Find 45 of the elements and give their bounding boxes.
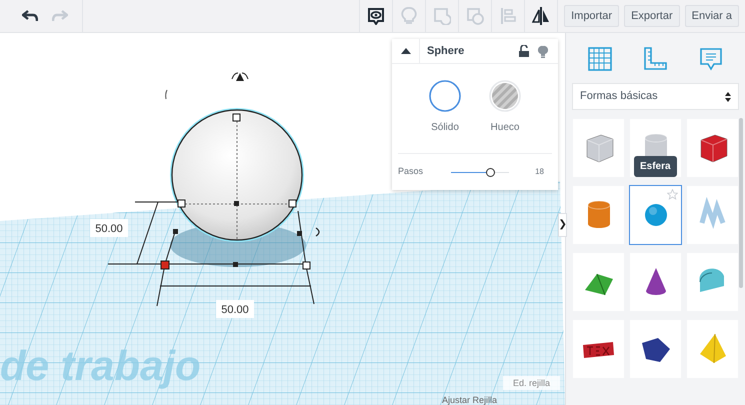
steps-label: Pasos [398,165,424,178]
ruler-icon[interactable] [642,46,668,72]
notes-icon[interactable] [367,7,386,25]
lift-cone-icon[interactable] [232,72,248,81]
shape-tile[interactable] [629,319,682,379]
star-icon[interactable] [667,189,678,200]
mode-label: Sólido [431,121,459,135]
toolbar-button[interactable]: Importar [564,5,620,27]
dimension-value[interactable]: 50.00 [90,219,128,237]
shape-tile[interactable] [686,118,739,178]
shape-tile[interactable] [572,185,625,245]
edit-grid-button[interactable]: Ed. rejilla [502,376,560,390]
scrollbar-thumb[interactable] [739,118,743,288]
triangle-icon [400,48,410,54]
undo-icon[interactable] [22,10,38,22]
shape-tile[interactable] [572,118,625,178]
shape-title: Sphere [427,44,466,59]
rotate-handle-icon[interactable] [316,228,320,236]
snap-grid-label: Ajustar Rejilla [442,396,497,405]
rotate-handle-icon[interactable] [165,90,168,100]
dimension-value[interactable]: 50.00 [216,300,254,318]
tooltip: Esfera [634,156,677,177]
steps-value: 18 [535,166,544,178]
hole-mode-button[interactable] [489,80,521,112]
mode-label: Hueco [490,121,520,135]
mirror-icon[interactable] [532,7,550,25]
toolbar-button[interactable]: Exportar [624,5,680,27]
shape-tile[interactable] [572,319,625,379]
unlocked-padlock-icon[interactable] [519,45,529,57]
solid-mode-button[interactable] [429,80,461,112]
shape-tile[interactable] [629,252,682,312]
shape-tile[interactable] [572,252,625,312]
lightbulb-icon[interactable] [538,44,548,58]
sort-arrows-icon [725,92,731,102]
category-dropdown[interactable]: Formas básicas [572,83,739,110]
shape-tile[interactable] [686,252,739,312]
steps-slider[interactable] [451,167,509,177]
grid-icon[interactable] [586,46,613,72]
shape-tile[interactable] [686,319,739,379]
category-label: Formas básicas [580,89,659,104]
selected-sphere-drawing[interactable]: 50.00 50.00 [90,108,314,318]
shape-tile[interactable] [686,185,739,245]
toolbar-button[interactable]: Enviar a [684,5,739,27]
collapse-panel-button[interactable]: ❯ [558,213,567,237]
slider-thumb[interactable] [486,168,495,176]
